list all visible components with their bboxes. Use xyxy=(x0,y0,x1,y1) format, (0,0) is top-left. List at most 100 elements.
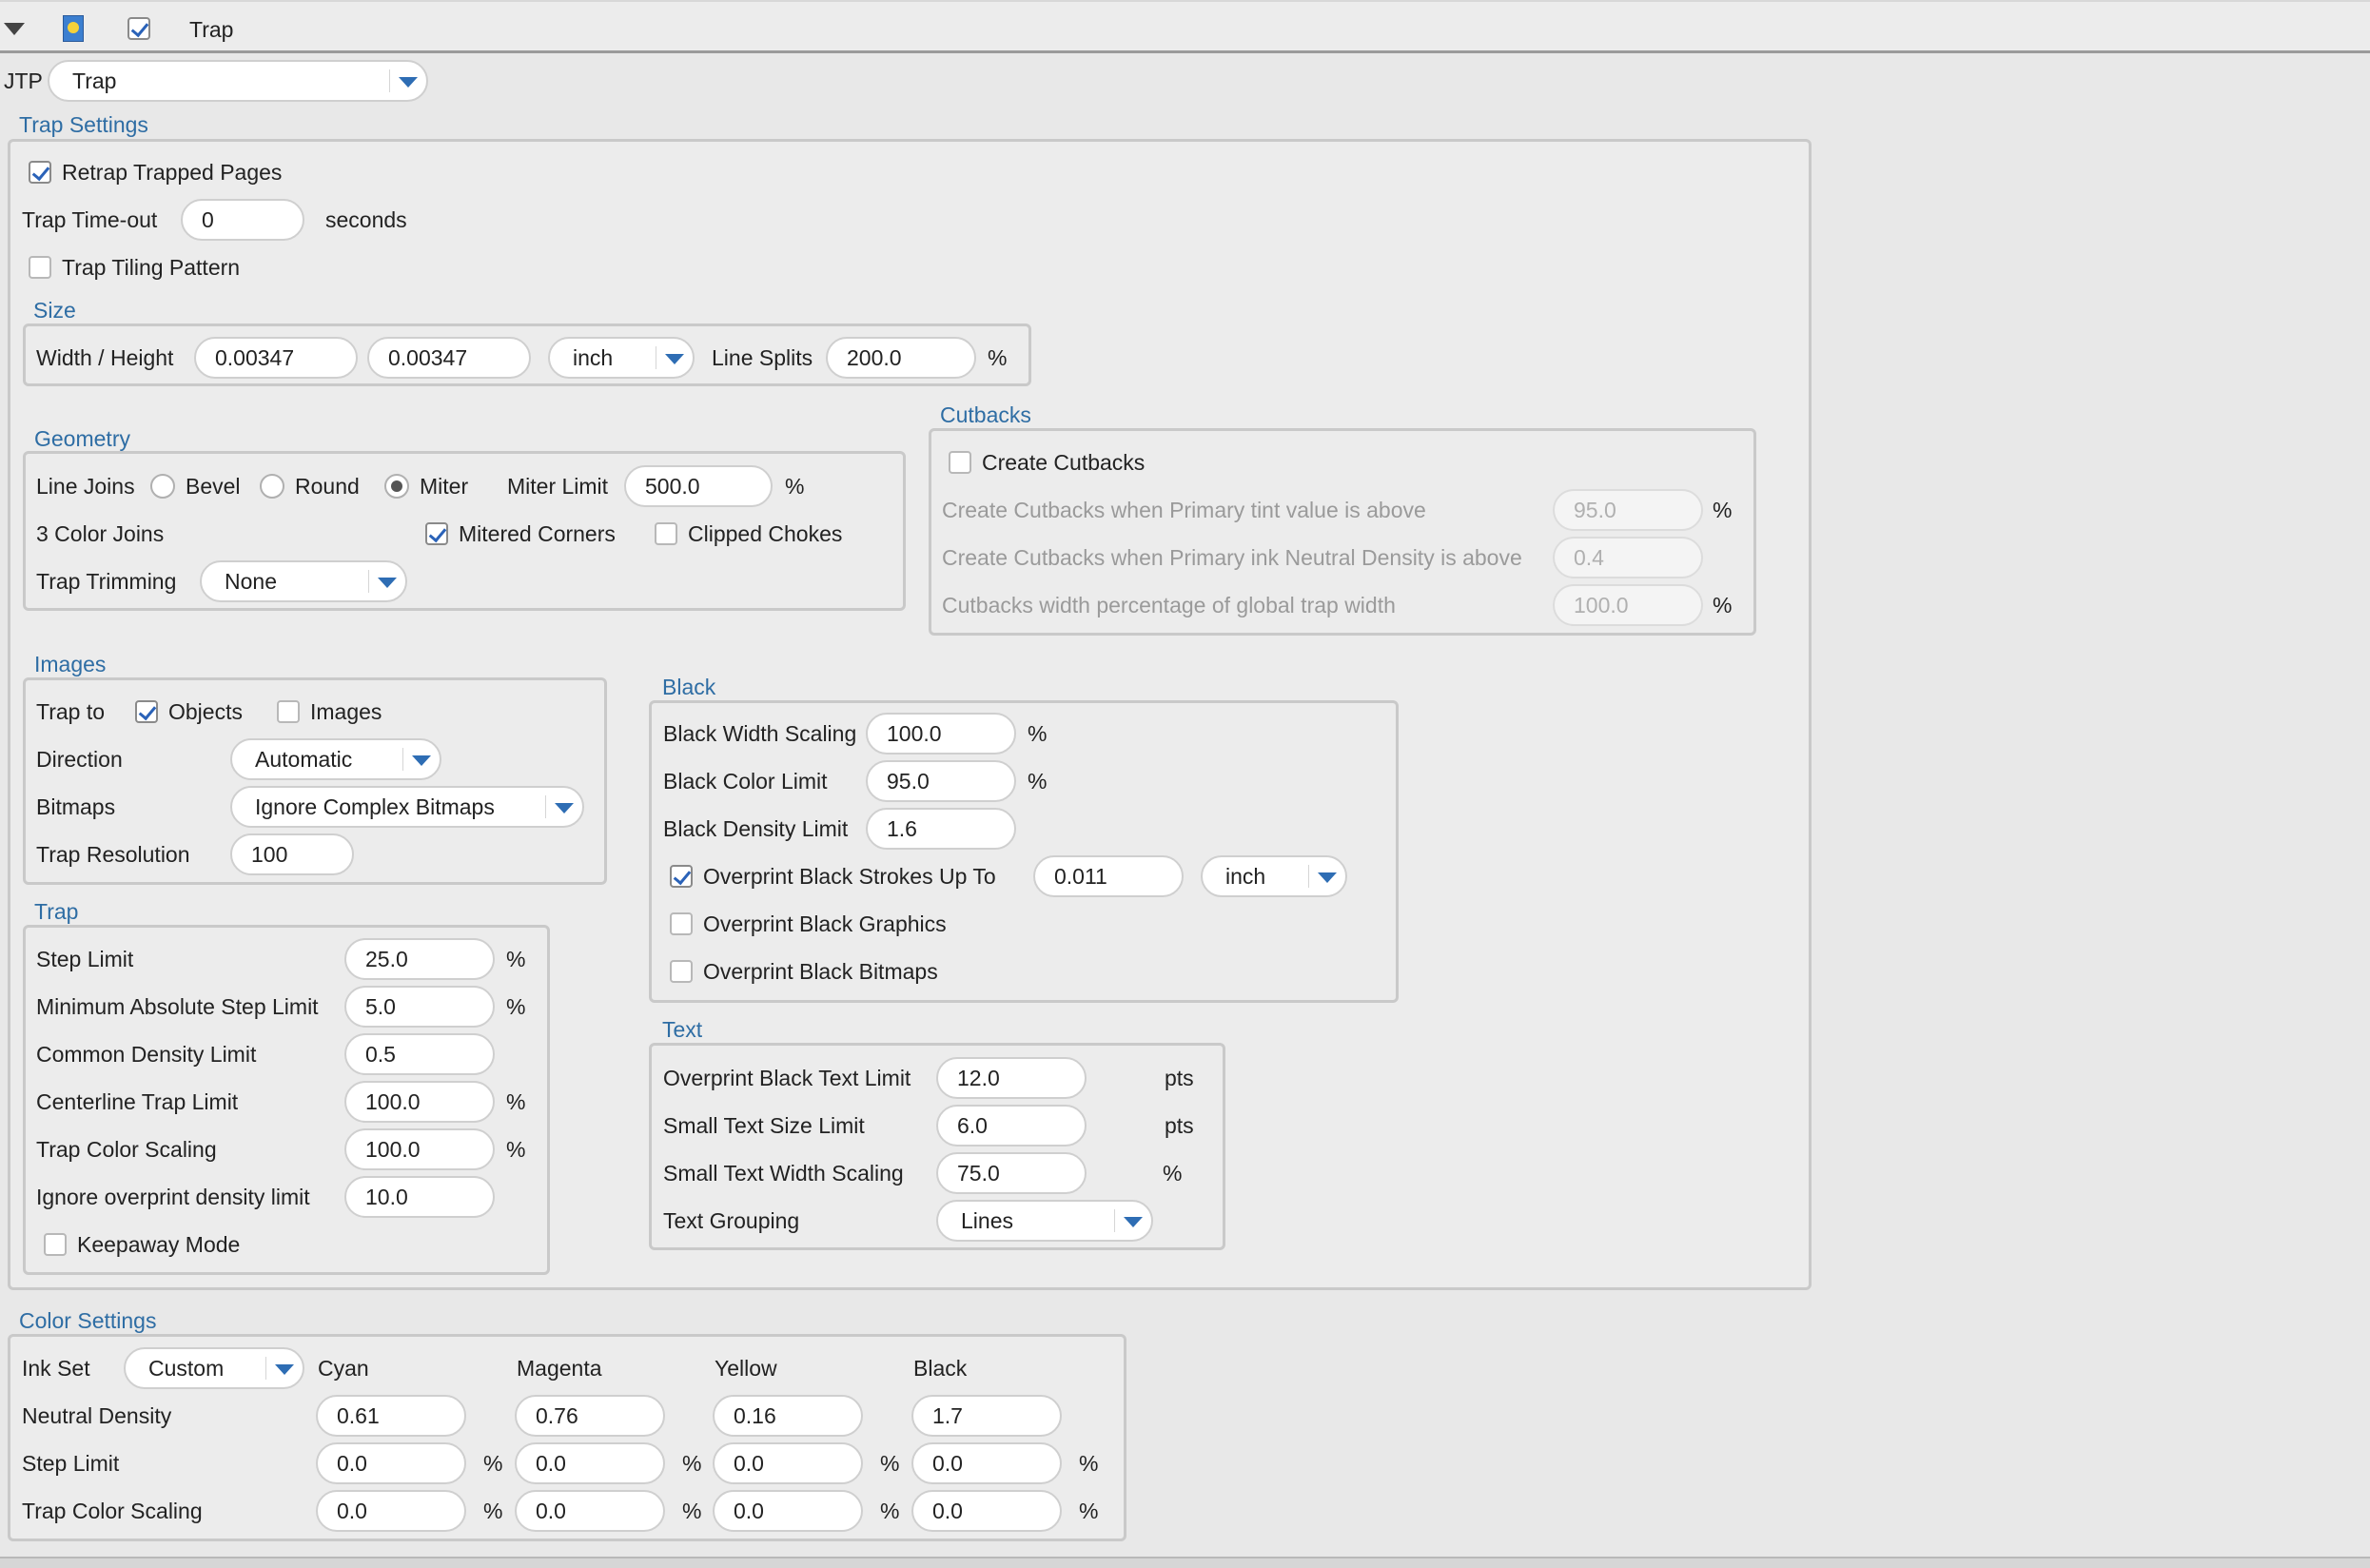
small-text-size-input[interactable]: 6.0 xyxy=(936,1105,1087,1147)
overprint-strokes-checkbox[interactable] xyxy=(670,865,693,888)
header-bar: Trap xyxy=(0,0,2370,53)
width-input[interactable]: 0.00347 xyxy=(194,337,358,379)
bevel-radio[interactable] xyxy=(150,474,175,499)
small-text-width-input[interactable]: 75.0 xyxy=(936,1152,1087,1194)
overprint-graphics-checkbox[interactable] xyxy=(670,912,693,935)
retrap-label: Retrap Trapped Pages xyxy=(62,160,283,185)
neutral-density-label: Neutral Density xyxy=(22,1403,172,1428)
trap-timeout-label: Trap Time-out xyxy=(22,207,158,232)
color-scaling-black-percent: % xyxy=(1079,1499,1099,1523)
ink-set-label: Ink Set xyxy=(22,1356,90,1381)
trap-trimming-dropdown[interactable]: None xyxy=(200,560,407,602)
miter-limit-input[interactable]: 500.0 xyxy=(624,465,773,507)
trap-resolution-label: Trap Resolution xyxy=(36,842,190,867)
ink-set-dropdown[interactable]: Custom xyxy=(124,1347,304,1389)
line-splits-input[interactable]: 200.0 xyxy=(826,337,976,379)
overprint-strokes-input[interactable]: 0.011 xyxy=(1033,855,1184,897)
bitmaps-value: Ignore Complex Bitmaps xyxy=(255,794,495,819)
color-scaling-black-input[interactable]: 0.0 xyxy=(911,1490,1062,1532)
color-profile-icon[interactable] xyxy=(63,15,84,42)
color-scaling-cyan-input[interactable]: 0.0 xyxy=(316,1490,466,1532)
mitered-corners-checkbox[interactable] xyxy=(425,522,448,545)
jtp-dropdown[interactable]: Trap xyxy=(48,60,428,102)
black-width-scaling-input[interactable]: 100.0 xyxy=(866,713,1016,755)
bevel-label: Bevel xyxy=(186,474,241,499)
overprint-bitmaps-checkbox[interactable] xyxy=(670,960,693,983)
trap-color-scaling-label: Trap Color Scaling xyxy=(36,1137,217,1162)
images-checkbox[interactable] xyxy=(277,700,300,723)
bitmaps-dropdown[interactable]: Ignore Complex Bitmaps xyxy=(230,786,584,828)
bitmaps-label: Bitmaps xyxy=(36,794,116,819)
cutbacks-tint-percent: % xyxy=(1713,498,1733,522)
min-step-input[interactable]: 5.0 xyxy=(344,986,495,1028)
overprint-text-input[interactable]: 12.0 xyxy=(936,1057,1087,1099)
create-cutbacks-checkbox[interactable] xyxy=(949,451,971,474)
objects-label: Objects xyxy=(168,699,243,724)
trap-tiling-label: Trap Tiling Pattern xyxy=(62,255,241,280)
keepaway-checkbox[interactable] xyxy=(44,1233,67,1256)
trap-tiling-checkbox[interactable] xyxy=(29,256,51,279)
chevron-down-icon xyxy=(265,1357,295,1380)
trap-to-label: Trap to xyxy=(36,699,106,724)
height-input[interactable]: 0.00347 xyxy=(367,337,531,379)
color-scaling-yellow-input[interactable]: 0.0 xyxy=(713,1490,863,1532)
size-unit-dropdown[interactable]: inch xyxy=(548,337,695,379)
text-grouping-dropdown[interactable]: Lines xyxy=(936,1200,1153,1242)
images-label: Images xyxy=(310,699,382,724)
cutbacks-title: Cutbacks xyxy=(940,402,1031,427)
objects-checkbox[interactable] xyxy=(135,700,158,723)
neutral-density-black-input[interactable]: 1.7 xyxy=(911,1395,1062,1437)
step-limit-magenta-input[interactable]: 0.0 xyxy=(515,1442,665,1484)
trap-resolution-input[interactable]: 100 xyxy=(230,833,354,875)
step-limit-cyan-input[interactable]: 0.0 xyxy=(316,1442,466,1484)
round-label: Round xyxy=(295,474,360,499)
trap-color-scaling-input[interactable]: 100.0 xyxy=(344,1128,495,1170)
black-density-limit-input[interactable]: 1.6 xyxy=(866,808,1016,850)
step-limit-cyan-percent: % xyxy=(483,1451,503,1476)
centerline-input[interactable]: 100.0 xyxy=(344,1081,495,1123)
clipped-chokes-checkbox[interactable] xyxy=(655,522,677,545)
collapse-triangle-icon[interactable] xyxy=(4,23,25,35)
cutbacks-tint-label: Create Cutbacks when Primary tint value … xyxy=(942,498,1426,522)
neutral-density-magenta-input[interactable]: 0.76 xyxy=(515,1395,665,1437)
color-scaling-magenta-input[interactable]: 0.0 xyxy=(515,1490,665,1532)
width-height-label: Width / Height xyxy=(36,345,174,370)
direction-dropdown[interactable]: Automatic xyxy=(230,738,441,780)
centerline-label: Centerline Trap Limit xyxy=(36,1089,239,1114)
neutral-density-cyan-input[interactable]: 0.61 xyxy=(316,1395,466,1437)
common-density-input[interactable]: 0.5 xyxy=(344,1033,495,1075)
black-color-limit-input[interactable]: 95.0 xyxy=(866,760,1016,802)
cutbacks-tint-input[interactable]: 95.0 xyxy=(1553,489,1703,531)
cutbacks-density-input[interactable]: 0.4 xyxy=(1553,537,1703,578)
cutbacks-width-input[interactable]: 100.0 xyxy=(1553,584,1703,626)
step-limit-black-input[interactable]: 0.0 xyxy=(911,1442,1062,1484)
line-joins-label: Line Joins xyxy=(36,474,135,499)
trap-timeout-input[interactable]: 0 xyxy=(181,199,304,241)
overprint-strokes-unit-dropdown[interactable]: inch xyxy=(1201,855,1347,897)
miter-limit-label: Miter Limit xyxy=(507,474,609,499)
trap-title: Trap xyxy=(34,899,79,924)
images-title: Images xyxy=(34,652,107,676)
overprint-strokes-label: Overprint Black Strokes Up To xyxy=(703,864,996,889)
small-text-width-percent: % xyxy=(1163,1161,1183,1186)
common-density-label: Common Density Limit xyxy=(36,1042,257,1067)
trap-enable-checkbox[interactable] xyxy=(127,17,150,40)
size-unit-value: inch xyxy=(573,345,614,370)
step-limit-label: Step Limit xyxy=(36,947,134,971)
line-splits-percent: % xyxy=(988,345,1008,370)
neutral-density-yellow-input[interactable]: 0.16 xyxy=(713,1395,863,1437)
step-limit-yellow-percent: % xyxy=(880,1451,900,1476)
ignore-overprint-input[interactable]: 10.0 xyxy=(344,1176,495,1218)
create-cutbacks-label: Create Cutbacks xyxy=(982,450,1146,475)
color-scaling-magenta-percent: % xyxy=(682,1499,702,1523)
cutbacks-width-percent: % xyxy=(1713,593,1733,617)
chevron-down-icon xyxy=(1308,865,1338,888)
round-radio[interactable] xyxy=(260,474,284,499)
size-title: Size xyxy=(33,298,76,323)
step-limit-yellow-input[interactable]: 0.0 xyxy=(713,1442,863,1484)
retrap-checkbox[interactable] xyxy=(29,161,51,184)
clipped-chokes-label: Clipped Chokes xyxy=(688,521,843,546)
step-limit-input[interactable]: 25.0 xyxy=(344,938,495,980)
small-text-size-unit: pts xyxy=(1165,1113,1194,1138)
miter-radio[interactable] xyxy=(384,474,409,499)
